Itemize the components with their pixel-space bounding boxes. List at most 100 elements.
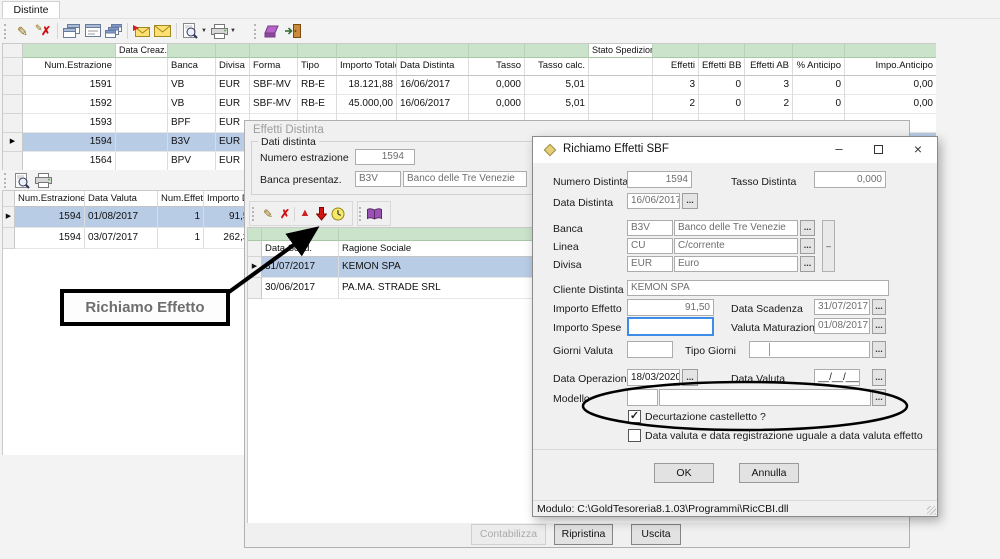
- column-header[interactable]: Data Scad.: [262, 241, 339, 257]
- cliente-distinta-field[interactable]: KEMON SPA: [627, 280, 889, 296]
- divisa-code-field[interactable]: EUR: [627, 256, 673, 272]
- ok-button[interactable]: OK: [654, 463, 714, 483]
- tasso-distinta-field[interactable]: 0,000: [814, 171, 886, 188]
- divisa-browse-button[interactable]: ...: [800, 256, 815, 272]
- send-mail-button[interactable]: [131, 22, 152, 41]
- banca-linea-divisa-side-button[interactable]: –: [822, 220, 835, 272]
- column-header[interactable]: [589, 58, 653, 76]
- banca-presentaz-name-field[interactable]: Banco delle Tre Venezie: [403, 171, 527, 187]
- column-header[interactable]: Num.Effetti: [158, 191, 204, 207]
- column-header[interactable]: Data Distinta: [397, 58, 469, 76]
- table-row[interactable]: 1594 03/07/2017 1 262,30: [3, 228, 244, 249]
- toolbar-grip[interactable]: [4, 173, 8, 188]
- linea-name-field[interactable]: C/corrente: [674, 238, 798, 254]
- red-triangle-icon: ▲: [300, 208, 311, 219]
- banca-name-field[interactable]: Banco delle Tre Venezie: [674, 220, 798, 236]
- uscita-button[interactable]: Uscita: [631, 524, 681, 545]
- modello-code-field[interactable]: [627, 389, 658, 406]
- data-scadenza-field[interactable]: 31/07/2017: [814, 299, 870, 315]
- column-header[interactable]: Divisa: [216, 58, 250, 76]
- print-button[interactable]: [33, 171, 54, 190]
- print-dropdown[interactable]: ▼: [230, 28, 236, 34]
- edit-effetto-button[interactable]: ✎: [260, 204, 276, 223]
- valuta-maturazione-browse-button[interactable]: ...: [872, 318, 886, 334]
- numero-estrazione-field[interactable]: 1594: [355, 149, 415, 165]
- data-scadenza-browse-button[interactable]: ...: [872, 299, 886, 315]
- ripristina-button[interactable]: Ripristina: [554, 524, 613, 545]
- giorni-valuta-field[interactable]: [627, 341, 673, 358]
- column-header[interactable]: Forma: [250, 58, 298, 76]
- toolbar-grip[interactable]: [252, 207, 256, 221]
- column-header[interactable]: Banca: [168, 58, 216, 76]
- toolbar-grip[interactable]: [254, 24, 258, 39]
- tipo-giorni-browse-button[interactable]: ...: [872, 341, 886, 358]
- delete-record-button[interactable]: ✎✗: [33, 22, 54, 41]
- data-operazione-field[interactable]: 18/03/2020: [627, 369, 680, 386]
- tab-distinte[interactable]: Distinte: [2, 1, 60, 18]
- numero-estrazione-label: Numero estrazione: [260, 152, 349, 164]
- column-header[interactable]: [116, 58, 168, 76]
- importo-spese-field-focused[interactable]: [627, 317, 714, 336]
- annulla-button[interactable]: Annulla: [739, 463, 799, 483]
- print-preview-dropdown[interactable]: ▼: [201, 28, 207, 34]
- toolbar-grip[interactable]: [359, 207, 363, 221]
- valuta-maturazione-field[interactable]: 01/08/2017: [814, 318, 870, 334]
- help-book-button[interactable]: [365, 204, 383, 223]
- column-header[interactable]: Tasso calc.: [525, 58, 589, 76]
- banca-presentaz-code-field[interactable]: B3V: [355, 171, 401, 187]
- column-header[interactable]: Impo.Anticipo: [845, 58, 936, 76]
- column-header[interactable]: Effetti BB: [699, 58, 745, 76]
- mail-button[interactable]: [152, 22, 173, 41]
- table-row[interactable]: 1592VBEURSBF-MVRB-E45.000,0016/06/20170,…: [3, 95, 936, 114]
- decurtazione-checkbox[interactable]: ✓: [628, 410, 641, 423]
- column-header[interactable]: Effetti AB: [745, 58, 793, 76]
- print-button[interactable]: [209, 22, 230, 41]
- divisa-name-field[interactable]: Euro: [674, 256, 798, 272]
- banca-browse-button[interactable]: ...: [800, 220, 815, 236]
- column-header[interactable]: Tipo: [298, 58, 337, 76]
- copy-window-button[interactable]: [61, 22, 82, 41]
- resize-grip[interactable]: [927, 506, 936, 515]
- column-header[interactable]: Tasso: [469, 58, 525, 76]
- print-preview-button[interactable]: [180, 22, 201, 41]
- data-operazione-browse-button[interactable]: ...: [682, 369, 698, 386]
- table-row[interactable]: 1591VBEURSBF-MVRB-E18.121,8816/06/20170,…: [3, 76, 936, 95]
- tipo-giorni-combo[interactable]: [749, 341, 870, 358]
- data-distinta-field[interactable]: 16/06/2017: [627, 193, 680, 209]
- column-header[interactable]: Num.Estrazione: [15, 191, 85, 207]
- cascade-windows-button[interactable]: [103, 22, 124, 41]
- clean-button[interactable]: [262, 22, 283, 41]
- linea-code-field[interactable]: CU: [627, 238, 673, 254]
- maximize-button[interactable]: [859, 137, 899, 163]
- exit-button[interactable]: [283, 22, 304, 41]
- data-distinta-browse-button[interactable]: ...: [682, 193, 698, 209]
- segnala-button[interactable]: ▲: [297, 204, 313, 223]
- column-header[interactable]: % Anticipo: [793, 58, 845, 76]
- modello-name-field[interactable]: [659, 389, 871, 406]
- table-row-selected[interactable]: ▶ 1594 01/08/2017 1 91,50: [3, 207, 244, 228]
- scadenze-button[interactable]: [329, 204, 346, 223]
- minimize-button[interactable]: –: [819, 137, 859, 163]
- column-header[interactable]: Importo Data: [204, 191, 244, 207]
- richiamo-effetto-button[interactable]: [313, 204, 329, 223]
- close-button[interactable]: ×: [899, 137, 937, 163]
- linea-browse-button[interactable]: ...: [800, 238, 815, 254]
- contabilizza-button[interactable]: Contabilizza: [471, 524, 546, 545]
- data-valuta-uguale-checkbox[interactable]: [628, 429, 641, 442]
- preview-button[interactable]: [12, 171, 33, 190]
- numero-distinta-field[interactable]: 1594: [627, 171, 692, 188]
- importo-effetto-field[interactable]: 91,50: [627, 299, 714, 316]
- data-valuta-field[interactable]: __/__/____: [814, 369, 860, 386]
- column-header[interactable]: Effetti: [653, 58, 699, 76]
- column-header[interactable]: Data Valuta: [85, 191, 158, 207]
- data-valuta-browse-button[interactable]: ...: [872, 369, 886, 386]
- delete-effetto-button[interactable]: ✗: [276, 204, 292, 223]
- column-header[interactable]: Importo Totale: [337, 58, 397, 76]
- modello-browse-button[interactable]: ...: [872, 389, 886, 406]
- column-header[interactable]: Ragione Sociale: [339, 241, 539, 257]
- edit-record-button[interactable]: ✎: [12, 22, 33, 41]
- toolbar-grip[interactable]: [4, 24, 8, 39]
- column-header[interactable]: Num.Estrazione: [23, 58, 116, 76]
- banca-code-field[interactable]: B3V: [627, 220, 673, 236]
- window-properties-button[interactable]: [82, 22, 103, 41]
